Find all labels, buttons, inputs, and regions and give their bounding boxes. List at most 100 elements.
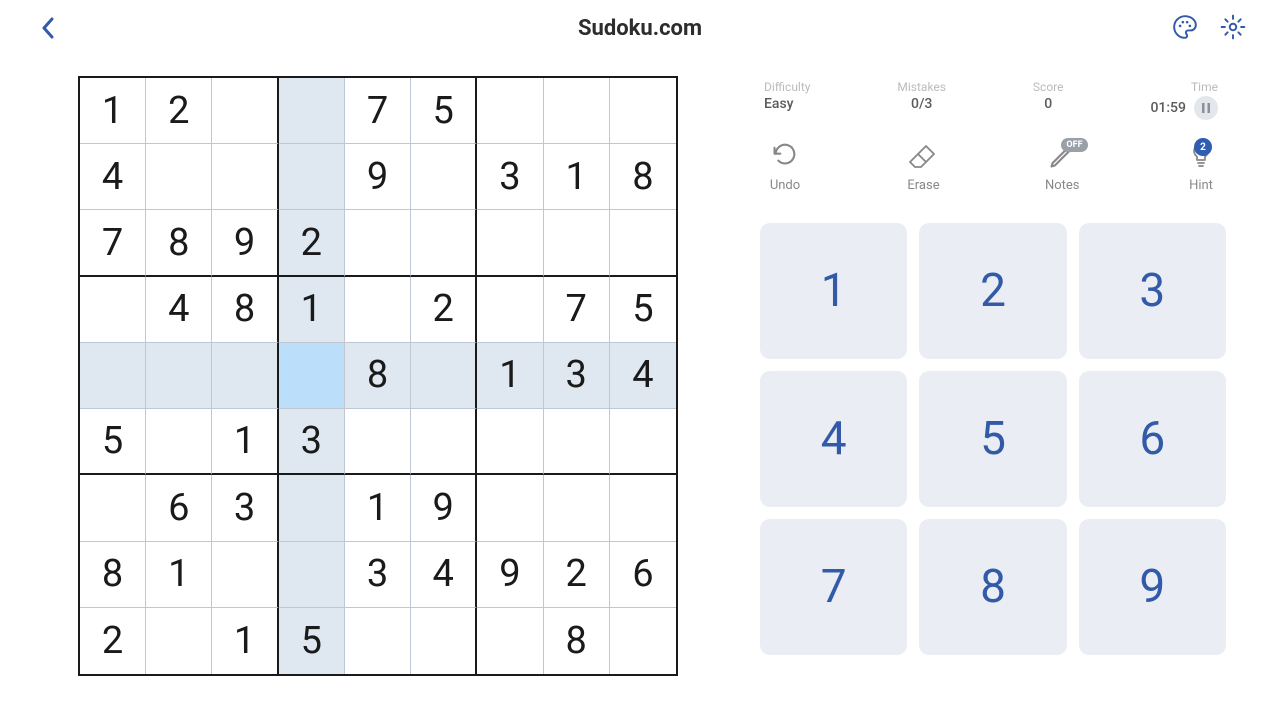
- cell-r6-c1[interactable]: 5: [80, 409, 146, 475]
- cell-r2-c1[interactable]: 4: [80, 144, 146, 210]
- cell-r9-c5[interactable]: [345, 608, 411, 674]
- cell-r1-c7[interactable]: [477, 78, 543, 144]
- numkey-1[interactable]: 1: [760, 223, 907, 359]
- hint-button[interactable]: 2 Hint: [1184, 142, 1218, 193]
- cell-r6-c9[interactable]: [610, 409, 676, 475]
- cell-r4-c9[interactable]: 5: [610, 277, 676, 343]
- cell-r6-c4[interactable]: 3: [279, 409, 345, 475]
- cell-r2-c9[interactable]: 8: [610, 144, 676, 210]
- cell-r4-c5[interactable]: [345, 277, 411, 343]
- cell-r1-c4[interactable]: [279, 78, 345, 144]
- cell-r4-c8[interactable]: 7: [544, 277, 610, 343]
- cell-r5-c4[interactable]: [279, 343, 345, 409]
- cell-r5-c5[interactable]: 8: [345, 343, 411, 409]
- cell-r7-c6[interactable]: 9: [411, 475, 477, 541]
- cell-r1-c1[interactable]: 1: [80, 78, 146, 144]
- cell-r7-c9[interactable]: [610, 475, 676, 541]
- numkey-3[interactable]: 3: [1079, 223, 1226, 359]
- cell-r1-c8[interactable]: [544, 78, 610, 144]
- numkey-5[interactable]: 5: [919, 371, 1066, 507]
- undo-button[interactable]: Undo: [768, 142, 802, 193]
- cell-r8-c3[interactable]: [212, 542, 278, 608]
- cell-r7-c7[interactable]: [477, 475, 543, 541]
- cell-r1-c3[interactable]: [212, 78, 278, 144]
- cell-r9-c4[interactable]: 5: [279, 608, 345, 674]
- cell-r6-c6[interactable]: [411, 409, 477, 475]
- time-stat: Time 01:59: [1150, 80, 1218, 120]
- cell-r6-c8[interactable]: [544, 409, 610, 475]
- back-button[interactable]: [34, 14, 62, 42]
- cell-r9-c6[interactable]: [411, 608, 477, 674]
- numkey-6[interactable]: 6: [1079, 371, 1226, 507]
- cell-r1-c5[interactable]: 7: [345, 78, 411, 144]
- cell-r6-c2[interactable]: [146, 409, 212, 475]
- score-value: 0: [1044, 96, 1052, 112]
- cell-r3-c6[interactable]: [411, 210, 477, 276]
- cell-r8-c8[interactable]: 2: [544, 542, 610, 608]
- cell-r6-c5[interactable]: [345, 409, 411, 475]
- cell-r9-c1[interactable]: 2: [80, 608, 146, 674]
- numkey-7[interactable]: 7: [760, 519, 907, 655]
- pause-button[interactable]: [1194, 96, 1218, 120]
- cell-r5-c8[interactable]: 3: [544, 343, 610, 409]
- cell-r4-c7[interactable]: [477, 277, 543, 343]
- cell-r4-c4[interactable]: 1: [279, 277, 345, 343]
- cell-r5-c3[interactable]: [212, 343, 278, 409]
- cell-r2-c5[interactable]: 9: [345, 144, 411, 210]
- cell-r7-c2[interactable]: 6: [146, 475, 212, 541]
- cell-r4-c2[interactable]: 4: [146, 277, 212, 343]
- notes-button[interactable]: OFF Notes: [1045, 142, 1080, 193]
- settings-button[interactable]: [1218, 12, 1248, 42]
- cell-r5-c9[interactable]: 4: [610, 343, 676, 409]
- cell-r7-c1[interactable]: [80, 475, 146, 541]
- cell-r8-c6[interactable]: 4: [411, 542, 477, 608]
- cell-r6-c3[interactable]: 1: [212, 409, 278, 475]
- numkey-4[interactable]: 4: [760, 371, 907, 507]
- cell-r7-c5[interactable]: 1: [345, 475, 411, 541]
- erase-button[interactable]: Erase: [906, 142, 940, 193]
- cell-r8-c1[interactable]: 8: [80, 542, 146, 608]
- cell-r2-c6[interactable]: [411, 144, 477, 210]
- cell-r2-c2[interactable]: [146, 144, 212, 210]
- cell-r4-c1[interactable]: [80, 277, 146, 343]
- cell-r2-c4[interactable]: [279, 144, 345, 210]
- cell-r7-c8[interactable]: [544, 475, 610, 541]
- cell-r3-c2[interactable]: 8: [146, 210, 212, 276]
- cell-r9-c7[interactable]: [477, 608, 543, 674]
- cell-r3-c9[interactable]: [610, 210, 676, 276]
- cell-r3-c8[interactable]: [544, 210, 610, 276]
- cell-r2-c3[interactable]: [212, 144, 278, 210]
- cell-r5-c7[interactable]: 1: [477, 343, 543, 409]
- cell-r3-c3[interactable]: 9: [212, 210, 278, 276]
- cell-r1-c2[interactable]: 2: [146, 78, 212, 144]
- cell-r9-c9[interactable]: [610, 608, 676, 674]
- cell-r8-c2[interactable]: 1: [146, 542, 212, 608]
- cell-r9-c8[interactable]: 8: [544, 608, 610, 674]
- cell-r7-c4[interactable]: [279, 475, 345, 541]
- cell-r3-c4[interactable]: 2: [279, 210, 345, 276]
- cell-r5-c1[interactable]: [80, 343, 146, 409]
- cell-r1-c6[interactable]: 5: [411, 78, 477, 144]
- cell-r9-c2[interactable]: [146, 608, 212, 674]
- numkey-2[interactable]: 2: [919, 223, 1066, 359]
- cell-r4-c6[interactable]: 2: [411, 277, 477, 343]
- cell-r1-c9[interactable]: [610, 78, 676, 144]
- numkey-9[interactable]: 9: [1079, 519, 1226, 655]
- cell-r2-c7[interactable]: 3: [477, 144, 543, 210]
- theme-button[interactable]: [1170, 12, 1200, 42]
- cell-r5-c2[interactable]: [146, 343, 212, 409]
- cell-r3-c1[interactable]: 7: [80, 210, 146, 276]
- cell-r3-c5[interactable]: [345, 210, 411, 276]
- cell-r8-c5[interactable]: 3: [345, 542, 411, 608]
- cell-r5-c6[interactable]: [411, 343, 477, 409]
- cell-r7-c3[interactable]: 3: [212, 475, 278, 541]
- cell-r3-c7[interactable]: [477, 210, 543, 276]
- cell-r6-c7[interactable]: [477, 409, 543, 475]
- cell-r8-c7[interactable]: 9: [477, 542, 543, 608]
- cell-r8-c4[interactable]: [279, 542, 345, 608]
- numkey-8[interactable]: 8: [919, 519, 1066, 655]
- cell-r8-c9[interactable]: 6: [610, 542, 676, 608]
- cell-r4-c3[interactable]: 8: [212, 277, 278, 343]
- cell-r9-c3[interactable]: 1: [212, 608, 278, 674]
- cell-r2-c8[interactable]: 1: [544, 144, 610, 210]
